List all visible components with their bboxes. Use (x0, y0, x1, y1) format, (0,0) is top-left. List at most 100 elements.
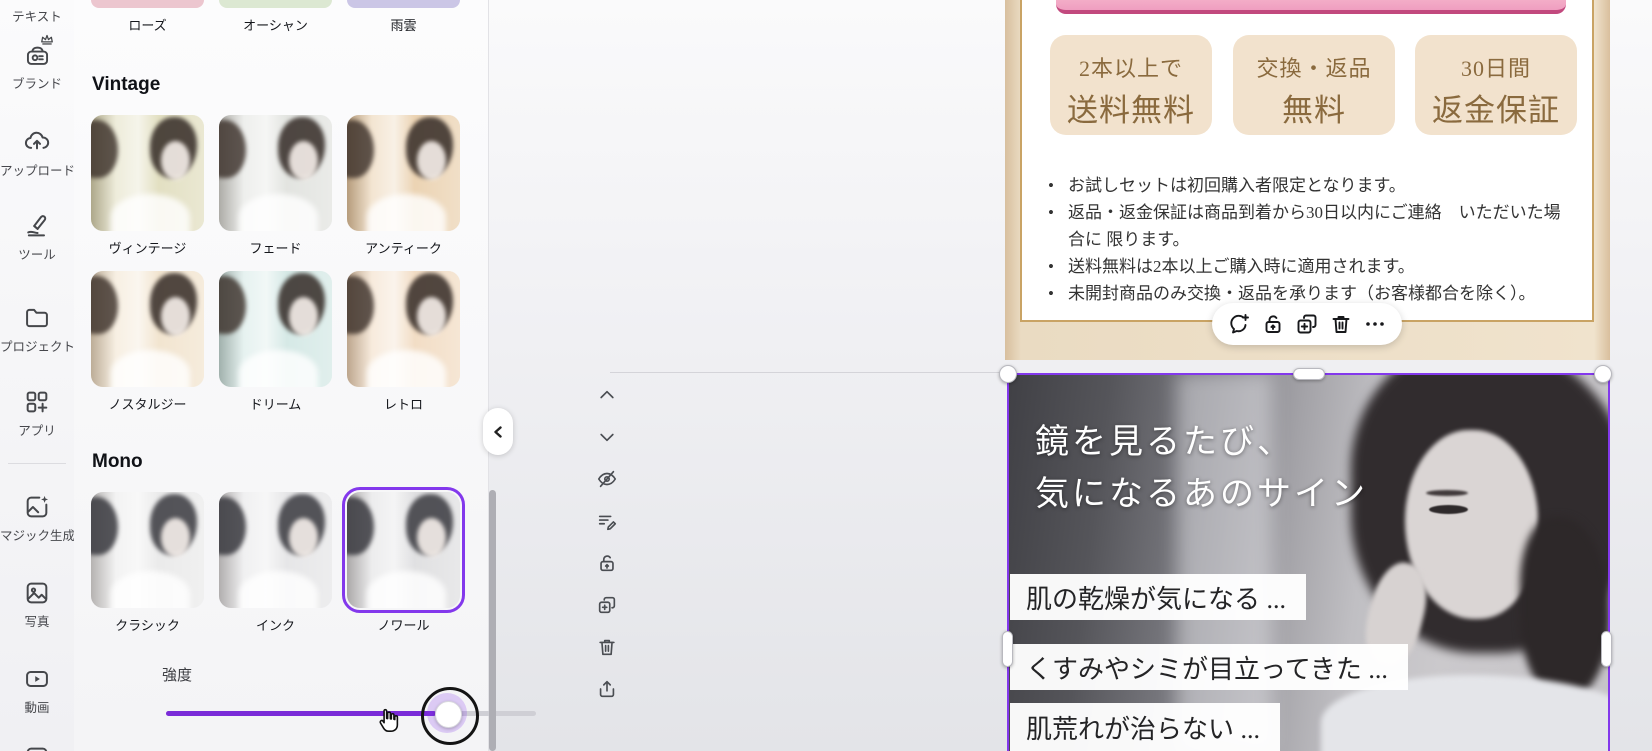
move-down-button[interactable] (591, 421, 623, 453)
comment-plus-icon (1230, 314, 1249, 334)
resize-handle-top-right[interactable] (1594, 365, 1612, 383)
headline-line2[interactable]: 気になるあのサイン (1035, 466, 1368, 515)
ellipsis-icon (1366, 322, 1384, 326)
filter-retro[interactable]: レトロ (347, 271, 460, 413)
resize-handle-top-left[interactable] (999, 365, 1017, 383)
benefit-line2: 送料無料 (1067, 93, 1195, 128)
duplicate-page-button[interactable] (591, 589, 623, 621)
resize-handle-left[interactable] (1002, 631, 1013, 667)
section-title-vintage: Vintage (92, 74, 161, 95)
eye-off-icon (597, 470, 617, 488)
benefit-box-shipping[interactable]: 2本以上で 送料無料 (1050, 35, 1212, 135)
sidebar-item-label: アップロード (0, 164, 76, 178)
filter-label: インク (255, 618, 295, 633)
filter-vintage[interactable]: ヴィンテージ (91, 115, 204, 257)
lock-open-icon (1265, 315, 1281, 333)
note-line: • 送料無料は2本以上ご購入時に適用されます。 (1048, 253, 1573, 280)
videos-icon (0, 665, 74, 693)
filter-dream[interactable]: ドリーム (219, 271, 332, 413)
filter-antique[interactable]: アンティーク (347, 115, 460, 257)
filter-fade[interactable]: フェード (219, 115, 332, 257)
filter-thumb[interactable] (219, 0, 332, 8)
edit-notes-button[interactable] (591, 505, 623, 537)
canva-editor: テキスト ブランド アップロード ツール プロジェクト アプリ マジック生成 写… (0, 0, 1652, 751)
page-gap-line (610, 372, 1007, 373)
sidebar-item-text[interactable]: テキスト (0, 2, 74, 25)
filter-thumb[interactable] (91, 492, 204, 608)
duplicate-button[interactable] (1294, 311, 1320, 337)
benefit-line1: 2本以上で (1078, 56, 1183, 81)
sidebar-item-upload[interactable]: アップロード (0, 128, 76, 179)
sidebar-item-projects[interactable]: プロジェクト (0, 304, 76, 355)
export-page-button[interactable] (591, 673, 623, 705)
filter-ink[interactable]: インク (219, 492, 332, 634)
sidebar-item-brand[interactable]: ブランド (0, 34, 74, 92)
comment-button[interactable] (1226, 311, 1252, 337)
filter-noir-selected[interactable]: ノワール (342, 487, 465, 634)
notes-pencil-icon (598, 515, 617, 531)
sidebar-divider (8, 463, 66, 464)
concern-label-2[interactable]: くすみやシミが目立ってきた ... (1010, 644, 1408, 690)
filter-row: ヴィンテージ フェード アンティーク (91, 115, 460, 257)
filter-ocean[interactable]: オーシャン (219, 0, 332, 34)
sidebar-item-label: プロジェクト (0, 340, 76, 354)
delete-page-button[interactable] (591, 631, 623, 663)
tools-icon (0, 212, 74, 240)
resize-handle-top-center[interactable] (1293, 368, 1325, 380)
filter-thumb[interactable] (91, 271, 204, 387)
filter-thumb[interactable] (347, 115, 460, 231)
filter-label: ローズ (128, 18, 167, 33)
lock-button[interactable] (1260, 311, 1286, 337)
brand-icon (0, 34, 74, 69)
sidebar-item-partial[interactable] (0, 744, 74, 751)
sidebar-item-label: 写真 (24, 615, 50, 629)
concern-label-3[interactable]: 肌荒れが治らない ... (1010, 703, 1281, 751)
intensity-slider[interactable] (166, 687, 536, 745)
filter-raincloud[interactable]: 雨雲 (347, 0, 460, 34)
sidebar-item-photos[interactable]: 写真 (0, 579, 74, 630)
apps-icon (0, 388, 74, 416)
filter-thumb[interactable] (91, 115, 204, 231)
resize-handle-right[interactable] (1601, 631, 1612, 667)
trash-icon (599, 639, 615, 656)
filter-label: ヴィンテージ (108, 241, 187, 256)
filter-nostalgia[interactable]: ノスタルジー (91, 271, 204, 413)
delete-button[interactable] (1328, 311, 1354, 337)
sidebar-item-magic-generate[interactable]: マジック生成 (0, 493, 75, 544)
slider-fill (166, 711, 437, 716)
filter-thumb[interactable] (347, 0, 460, 8)
sidebar-item-videos[interactable]: 動画 (0, 665, 74, 716)
filter-thumb[interactable] (219, 492, 332, 608)
note-line: • お試しセットは初回購入者限定となります。 (1048, 172, 1573, 199)
page-toolbar (591, 379, 623, 705)
hide-page-button[interactable] (591, 463, 623, 495)
chevron-down-icon (600, 433, 614, 442)
filter-rose[interactable]: ローズ (91, 0, 204, 34)
filter-thumb[interactable] (219, 271, 332, 387)
benefit-box-guarantee[interactable]: 30日間 返金保証 (1415, 35, 1577, 135)
design-page-2-image[interactable]: 鏡を見るたび、 気になるあのサイン 肌の乾燥が気になる ... くすみやシミが目… (1007, 373, 1610, 751)
more-options-button[interactable] (1362, 311, 1388, 337)
concern-label-1[interactable]: 肌の乾燥が気になる ... (1010, 574, 1307, 620)
move-up-button[interactable] (591, 379, 623, 411)
note-line: • 返品・返金保証は商品到着から30日以内にご連絡 いただいた場 (1048, 199, 1573, 226)
panel-scrollbar[interactable] (489, 490, 496, 751)
headline-line1[interactable]: 鏡を見るたび、 (1035, 414, 1294, 463)
filter-thumb[interactable] (347, 271, 460, 387)
sidebar-item-tools[interactable]: ツール (0, 212, 74, 263)
filter-classic[interactable]: クラシック (91, 492, 204, 634)
filter-thumb[interactable] (342, 487, 465, 613)
terms-note-list[interactable]: • お試しセットは初回購入者限定となります。 • 返品・返金保証は商品到着から30日… (1048, 172, 1573, 307)
note-line: 合に 限ります。 (1068, 230, 1190, 249)
export-icon (599, 680, 615, 698)
lock-button[interactable] (591, 547, 623, 579)
sidebar-item-label: ブランド (11, 77, 62, 91)
sidebar-item-apps[interactable]: アプリ (0, 388, 74, 439)
filter-thumb[interactable] (91, 0, 204, 8)
collapse-panel-button[interactable] (483, 408, 513, 455)
bullet: • (1048, 257, 1054, 276)
bullet: • (1048, 203, 1054, 222)
benefit-box-returns[interactable]: 交換・返品 無料 (1233, 35, 1395, 135)
filter-thumb[interactable] (219, 115, 332, 231)
chevron-left-icon (494, 425, 502, 438)
